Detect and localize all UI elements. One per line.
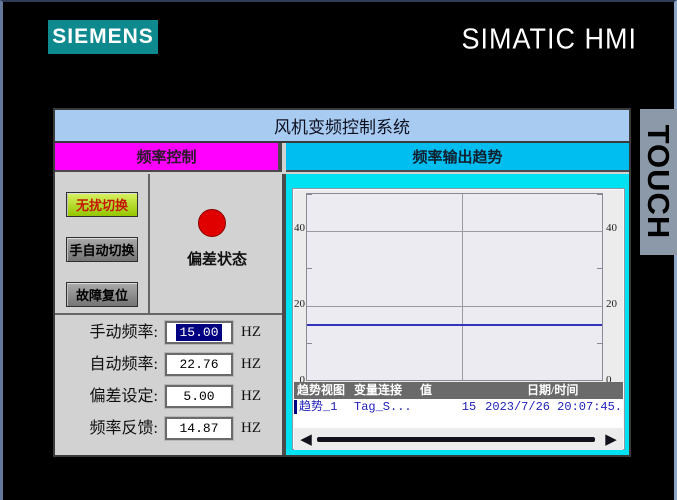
cell-tag-name: Tag_S... bbox=[354, 400, 412, 414]
minor-tick bbox=[307, 268, 312, 270]
manual-auto-switch-button[interactable]: 手自动切换 bbox=[66, 237, 138, 262]
product-name: SIMATIC HMI bbox=[461, 23, 637, 55]
col-datetime: 日期/时间 bbox=[527, 383, 579, 397]
touch-strip-label: TOUCH bbox=[640, 109, 677, 255]
cell-trend-name: 趋势_1 bbox=[299, 400, 338, 414]
manual-frequency-unit: HZ bbox=[241, 324, 261, 340]
y-axis-label-right-40: 40 bbox=[606, 222, 617, 234]
trend-line bbox=[307, 324, 602, 327]
frequency-feedback-value: 14.87 bbox=[179, 421, 219, 436]
section-headers: 频率控制 频率输出趋势 bbox=[55, 143, 629, 172]
auto-frequency-row: 自动频率: 22.76 HZ bbox=[55, 353, 282, 376]
siemens-logo-text: SIEMENS bbox=[52, 25, 154, 48]
undisturbed-switch-button[interactable]: 无扰切换 bbox=[66, 192, 138, 217]
auto-frequency-input[interactable]: 22.76 bbox=[165, 353, 233, 376]
frequency-trend-header: 频率输出趋势 bbox=[286, 143, 629, 172]
hmi-screen: { "header": { "logo_text": "SIEMENS", "p… bbox=[0, 0, 677, 500]
minor-tick bbox=[597, 268, 602, 270]
y-axis-label-right-20: 20 bbox=[606, 298, 617, 310]
control-area: 无扰切换 手自动切换 故障复位 偏差状态 bbox=[55, 174, 282, 315]
panel-body: 无扰切换 手自动切换 故障复位 偏差状态 手动频率: 15.00 HZ 自动频率… bbox=[55, 174, 629, 455]
minor-tick bbox=[307, 194, 312, 195]
gridline-vertical bbox=[462, 194, 463, 380]
frequency-feedback-unit: HZ bbox=[241, 420, 261, 436]
trend-table-header: 趋势视图 变量连接 值 日期/时间 bbox=[294, 382, 623, 399]
fields-area: 手动频率: 15.00 HZ 自动频率: 22.76 HZ 偏差设定: 5.00… bbox=[55, 317, 282, 455]
page-title: 风机变频控制系统 bbox=[55, 110, 629, 143]
trend-widget: 40 20 0 40 20 0 趋势视图 变量连接 值 日期/时间 趋势_1 T… bbox=[292, 188, 625, 450]
manual-frequency-value: 15.00 bbox=[176, 324, 222, 341]
col-tag-connection: 变量连接 bbox=[354, 383, 403, 397]
manual-frequency-input[interactable]: 15.00 bbox=[165, 321, 233, 344]
scrollbar-thumb[interactable] bbox=[317, 437, 595, 442]
cell-value: 15 bbox=[461, 400, 477, 414]
deviation-setting-input[interactable]: 5.00 bbox=[165, 385, 233, 408]
deviation-setting-row: 偏差设定: 5.00 HZ bbox=[55, 385, 282, 408]
y-axis-label-left-20: 20 bbox=[294, 298, 305, 310]
row-cursor bbox=[294, 400, 297, 414]
trend-table: 趋势视图 变量连接 值 日期/时间 趋势_1 Tag_S... 15 2023/7… bbox=[294, 382, 623, 428]
manual-frequency-label: 手动频率: bbox=[89, 324, 158, 341]
cell-datetime: 2023/7/26 20:07:45. bbox=[485, 400, 622, 414]
deviation-setting-unit: HZ bbox=[241, 388, 261, 404]
auto-frequency-label: 自动频率: bbox=[89, 356, 158, 373]
gridline-40 bbox=[307, 231, 602, 233]
main-panel: 风机变频控制系统 频率控制 频率输出趋势 无扰切换 手自动切换 故障复位 偏差状… bbox=[53, 108, 631, 457]
table-row[interactable]: 趋势_1 Tag_S... 15 2023/7/26 20:07:45. bbox=[294, 399, 623, 415]
scroll-right-icon[interactable]: ▶ bbox=[603, 429, 619, 450]
frequency-control-header: 频率控制 bbox=[55, 143, 282, 172]
col-trend-view: 趋势视图 bbox=[297, 383, 346, 397]
time-scrollbar: ◀ ▶ bbox=[294, 429, 623, 450]
auto-frequency-value: 22.76 bbox=[179, 357, 219, 372]
gridline-20 bbox=[307, 305, 602, 307]
frequency-feedback-label: 频率反馈: bbox=[89, 420, 158, 437]
auto-frequency-unit: HZ bbox=[241, 356, 261, 372]
button-cell: 无扰切换 手自动切换 故障复位 bbox=[55, 174, 150, 313]
deviation-setting-label: 偏差设定: bbox=[89, 388, 158, 405]
frequency-feedback-row: 频率反馈: 14.87 HZ bbox=[55, 417, 282, 440]
fault-reset-button[interactable]: 故障复位 bbox=[66, 282, 138, 307]
y-axis-label-left-40: 40 bbox=[294, 222, 305, 234]
frequency-feedback-input[interactable]: 14.87 bbox=[165, 417, 233, 440]
minor-tick bbox=[597, 342, 602, 344]
siemens-logo: SIEMENS bbox=[48, 20, 158, 54]
col-value: 值 bbox=[420, 383, 433, 397]
deviation-status-lamp-icon bbox=[198, 209, 226, 237]
frequency-trend-section: 40 20 0 40 20 0 趋势视图 变量连接 值 日期/时间 趋势_1 T… bbox=[286, 174, 629, 455]
deviation-status-cell: 偏差状态 bbox=[152, 174, 282, 313]
scroll-left-icon[interactable]: ◀ bbox=[298, 429, 314, 450]
manual-frequency-row: 手动频率: 15.00 HZ bbox=[55, 321, 282, 344]
minor-tick bbox=[307, 342, 312, 344]
trend-chart bbox=[306, 193, 603, 381]
frequency-control-section: 无扰切换 手自动切换 故障复位 偏差状态 手动频率: 15.00 HZ 自动频率… bbox=[55, 174, 286, 455]
deviation-setting-value: 5.00 bbox=[183, 389, 215, 404]
minor-tick bbox=[597, 194, 602, 195]
deviation-status-label: 偏差状态 bbox=[186, 252, 247, 268]
